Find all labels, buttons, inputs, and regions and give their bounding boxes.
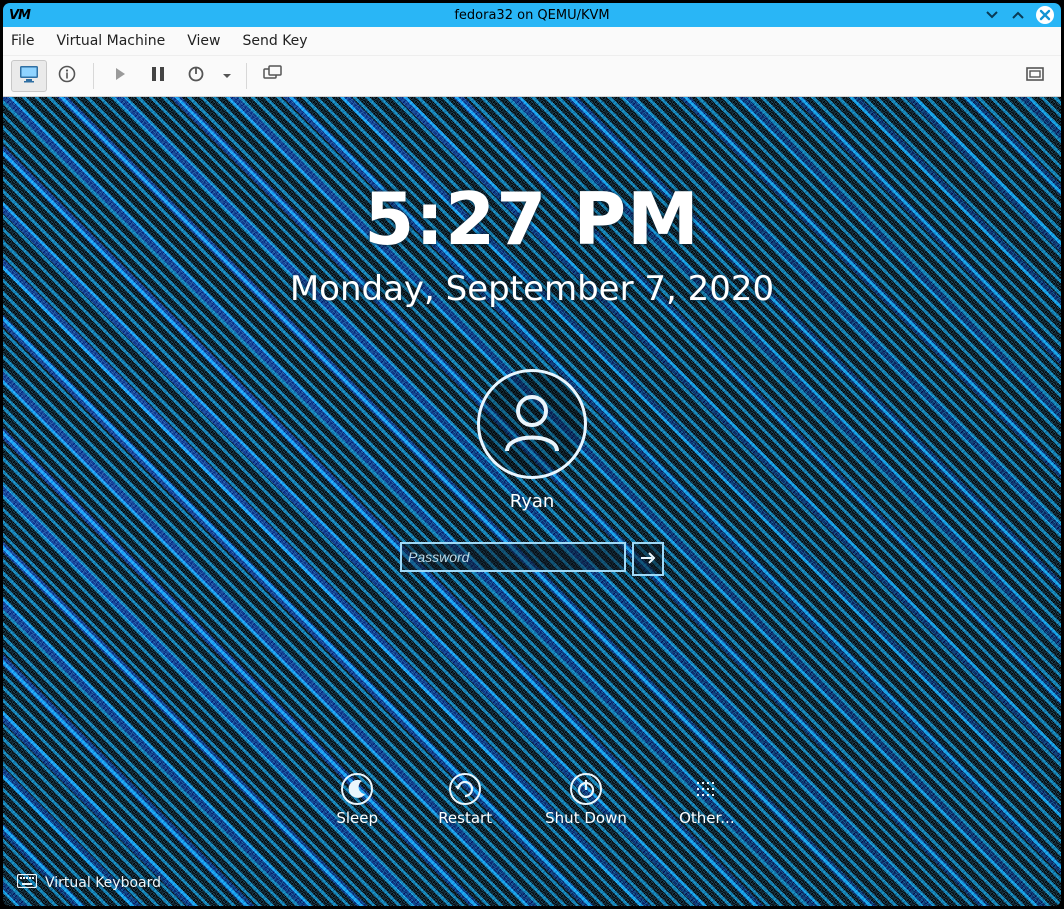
power-button[interactable] [178, 60, 214, 92]
console-view-button[interactable] [11, 60, 47, 92]
window-title: fedora32 on QEMU/KVM [3, 8, 1061, 23]
guest-display[interactable]: 5:27 PM Monday, September 7, 2020 Ryan [3, 97, 1061, 906]
arrow-right-icon [640, 550, 656, 569]
menu-file[interactable]: File [11, 33, 34, 49]
titlebar[interactable]: VM fedora32 on QEMU/KVM [3, 3, 1061, 27]
sleep-label: Sleep [336, 810, 378, 827]
virtual-keyboard-label: Virtual Keyboard [45, 875, 161, 891]
moon-icon [340, 772, 374, 806]
login-button[interactable] [632, 542, 664, 576]
keyboard-icon [17, 874, 37, 892]
menubar: File Virtual Machine View Send Key [3, 27, 1061, 56]
fullscreen-icon [1025, 66, 1045, 86]
chevron-down-icon [221, 67, 233, 86]
clock-time: 5:27 PM [364, 177, 700, 261]
username-label: Ryan [510, 491, 555, 512]
vm-window: VM fedora32 on QEMU/KVM File Virtual Mac… [0, 0, 1064, 909]
shutdown-label: Shut Down [545, 810, 627, 827]
sleep-button[interactable]: Sleep [329, 772, 385, 827]
menu-virtual-machine[interactable]: Virtual Machine [56, 33, 165, 49]
close-icon[interactable] [1035, 5, 1055, 25]
clock-date: Monday, September 7, 2020 [290, 269, 774, 309]
details-view-button[interactable] [49, 60, 85, 92]
power-off-icon [569, 772, 603, 806]
monitor-icon [19, 65, 39, 87]
user-avatar [477, 369, 587, 479]
play-icon [112, 66, 128, 86]
lock-screen: 5:27 PM Monday, September 7, 2020 Ryan [3, 97, 1061, 906]
snapshots-button[interactable] [255, 60, 291, 92]
virt-manager-logo: VM [9, 8, 30, 23]
restart-icon [448, 772, 482, 806]
minimize-icon[interactable] [983, 6, 1001, 24]
list-icon [690, 772, 724, 806]
password-row [400, 542, 664, 576]
other-label: Other... [679, 810, 735, 827]
power-icon [187, 65, 205, 87]
toolbar [3, 56, 1061, 97]
restart-label: Restart [438, 810, 492, 827]
fullscreen-button[interactable] [1017, 60, 1053, 92]
shutdown-button[interactable]: Shut Down [545, 772, 627, 827]
maximize-icon[interactable] [1009, 6, 1027, 24]
restart-button[interactable]: Restart [437, 772, 493, 827]
info-icon [58, 65, 76, 87]
user-block: Ryan [477, 369, 587, 512]
snapshots-icon [263, 65, 283, 87]
pause-button[interactable] [140, 60, 176, 92]
power-menu-button[interactable] [216, 60, 238, 92]
other-sessions-button[interactable]: Other... [679, 772, 735, 827]
password-input[interactable] [400, 542, 626, 572]
run-button[interactable] [102, 60, 138, 92]
pause-icon [151, 66, 165, 86]
menu-view[interactable]: View [187, 33, 220, 49]
session-actions: Sleep Restart Shut Down [3, 772, 1061, 827]
user-icon [495, 385, 569, 463]
menu-send-key[interactable]: Send Key [242, 33, 307, 49]
toolbar-separator [93, 63, 94, 89]
toolbar-separator [246, 63, 247, 89]
virtual-keyboard-toggle[interactable]: Virtual Keyboard [17, 874, 161, 892]
